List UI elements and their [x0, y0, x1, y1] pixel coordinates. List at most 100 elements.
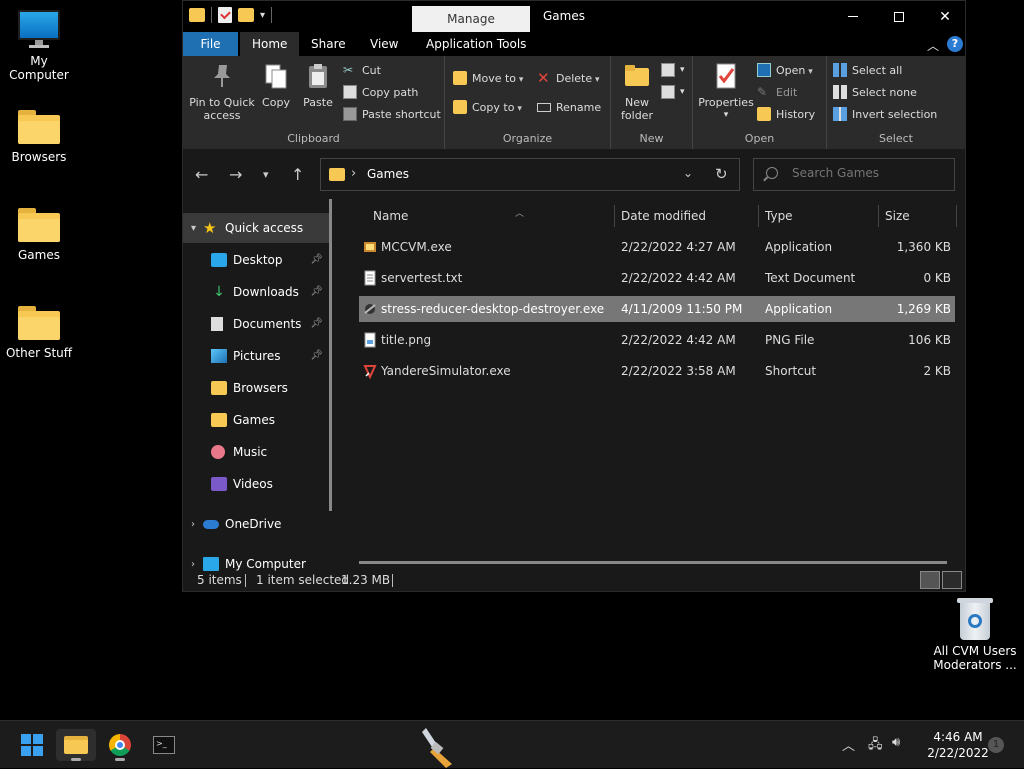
taskbar-terminal[interactable]: >_ — [144, 729, 184, 761]
nav-item-desktop[interactable]: Desktop 📌︎ — [183, 245, 329, 275]
search-input[interactable] — [792, 166, 942, 180]
desktop-icon-my-computer[interactable]: My Computer — [0, 10, 78, 82]
table-row[interactable]: YandereSimulator.exe 2/22/2022 3:58 AM S… — [359, 358, 955, 384]
properties-icon[interactable] — [218, 7, 232, 23]
open-button[interactable]: Open — [757, 61, 813, 79]
tab-application-tools[interactable]: Application Tools — [414, 32, 538, 56]
paste-shortcut-label: Paste shortcut — [362, 107, 441, 121]
copy-to-button[interactable]: Copy to — [453, 98, 522, 116]
file-size: 2 KB — [923, 364, 951, 378]
nav-item-pictures[interactable]: Pictures 📌︎ — [183, 341, 329, 371]
copy-button[interactable]: Copy — [259, 62, 293, 109]
table-row[interactable]: title.png 2/22/2022 4:42 AM PNG File 106… — [359, 327, 955, 353]
clock[interactable]: 4:46 AM 2/22/2022 — [918, 729, 998, 761]
nav-my-computer[interactable]: › My Computer — [183, 549, 329, 571]
volume-icon[interactable]: 🔊︎ — [892, 735, 900, 750]
tab-view[interactable]: View — [358, 32, 410, 56]
search-box[interactable] — [753, 158, 955, 191]
close-button[interactable]: ✕ — [922, 1, 968, 32]
forward-button[interactable]: → — [229, 165, 242, 184]
folder-icon[interactable] — [189, 8, 205, 22]
details-view-button[interactable] — [920, 571, 940, 589]
edit-button[interactable]: ✎ Edit — [757, 83, 797, 101]
column-divider[interactable] — [878, 205, 879, 227]
nav-item-videos[interactable]: Videos — [183, 469, 329, 499]
maximize-icon — [894, 11, 904, 22]
tab-home[interactable]: Home — [240, 32, 300, 56]
easy-access-button[interactable]: ▾ — [661, 83, 685, 101]
properties-button[interactable]: Properties ▾ — [697, 62, 755, 122]
nav-item-games[interactable]: Games — [183, 405, 329, 435]
desktop-icon-recycle-bin[interactable]: All CVM Users Moderators ... — [930, 598, 1020, 672]
column-divider[interactable] — [758, 205, 759, 227]
pin-label: Pin to Quick access — [189, 96, 255, 122]
new-folder-icon[interactable] — [238, 8, 254, 22]
taskbar-app-pinned[interactable] — [414, 723, 462, 769]
breadcrumb-games[interactable]: Games — [367, 167, 409, 181]
nav-item-downloads[interactable]: ↓ Downloads 📌︎ — [183, 277, 329, 307]
select-all-button[interactable]: Select all — [833, 61, 902, 79]
new-item-button[interactable]: ▾ — [661, 61, 685, 79]
column-header-size[interactable]: Size — [885, 199, 910, 233]
tab-share[interactable]: Share — [299, 32, 358, 56]
mccvm-app-icon — [364, 242, 376, 252]
table-row[interactable]: servertest.txt 2/22/2022 4:42 AM Text Do… — [359, 265, 955, 291]
column-divider[interactable] — [614, 205, 615, 227]
nav-item-documents[interactable]: Documents 📌︎ — [183, 309, 329, 339]
column-header-date[interactable]: Date modified — [621, 199, 706, 233]
up-button[interactable]: ↑ — [291, 165, 304, 184]
nav-quick-access[interactable]: ▾ ★ Quick access — [183, 213, 329, 243]
chevron-down-icon[interactable]: ⌄ — [683, 166, 693, 180]
cut-button[interactable]: ✂ Cut — [343, 61, 381, 79]
tab-file[interactable]: File — [183, 32, 238, 56]
table-row[interactable]: stress-reducer-desktop-destroyer.exe 4/1… — [359, 296, 955, 322]
divider — [392, 574, 393, 587]
chevron-down-icon: ▾ — [191, 222, 197, 234]
notification-badge[interactable]: 1 — [988, 737, 1004, 753]
desktop-icon-games[interactable]: Games — [0, 204, 78, 262]
column-header-name[interactable]: Name ︿ — [373, 199, 524, 233]
column-divider[interactable] — [956, 205, 957, 227]
rename-button[interactable]: Rename — [537, 98, 601, 116]
horizontal-scrollbar[interactable] — [359, 561, 947, 564]
back-button[interactable]: ← — [195, 165, 208, 184]
invert-selection-icon — [833, 107, 847, 121]
customize-toolbar-icon[interactable]: ▾ — [260, 10, 265, 21]
pin-icon: 📌︎ — [310, 350, 323, 361]
maximize-button[interactable] — [876, 1, 922, 32]
column-header-type[interactable]: Type — [765, 199, 793, 233]
start-button[interactable] — [12, 729, 52, 761]
show-hidden-icons-button[interactable]: ︿ — [842, 735, 855, 754]
new-folder-button[interactable]: New folder — [617, 62, 657, 122]
tab-manage[interactable]: Manage — [412, 6, 530, 32]
desktop-icon-browsers[interactable]: Browsers — [0, 106, 78, 164]
paste-shortcut-button[interactable]: Paste shortcut — [343, 105, 441, 123]
history-button[interactable]: History — [757, 105, 815, 123]
pin-to-quick-access-button[interactable]: Pin to Quick access — [189, 62, 255, 122]
nav-item-browsers[interactable]: Browsers — [183, 373, 329, 403]
help-button[interactable]: ? — [947, 36, 963, 52]
nav-onedrive[interactable]: › OneDrive — [183, 509, 329, 539]
desktop-icon-other-stuff[interactable]: Other Stuff — [0, 302, 78, 360]
invert-selection-button[interactable]: Invert selection — [833, 105, 937, 123]
table-row[interactable]: MCCVM.exe 2/22/2022 4:27 AM Application … — [359, 234, 955, 260]
navigation-scrollbar[interactable] — [329, 199, 332, 511]
taskbar-chrome[interactable] — [100, 729, 140, 761]
history-icon — [757, 107, 771, 121]
address-bar[interactable]: › Games ⌄ ↻ — [320, 158, 740, 191]
recent-locations-button[interactable]: ▾ — [263, 168, 269, 181]
folder-icon — [211, 381, 227, 395]
paste-button[interactable]: Paste — [301, 62, 335, 109]
taskbar-file-explorer[interactable] — [56, 729, 96, 761]
move-to-button[interactable]: Move to — [453, 69, 523, 87]
large-icons-view-button[interactable] — [942, 571, 962, 589]
select-none-button[interactable]: Select none — [833, 83, 917, 101]
copy-path-button[interactable]: Copy path — [343, 83, 418, 101]
minimize-button[interactable] — [830, 1, 876, 32]
nav-item-music[interactable]: Music — [183, 437, 329, 467]
network-icon[interactable]: 🖧︎ — [868, 735, 883, 757]
collapse-ribbon-icon[interactable]: ︿ — [927, 37, 939, 54]
title-bar[interactable]: ▾ Manage Games ✕ — [183, 1, 965, 32]
delete-button[interactable]: ✕ Delete — [537, 69, 600, 87]
refresh-icon[interactable]: ↻ — [715, 165, 728, 183]
